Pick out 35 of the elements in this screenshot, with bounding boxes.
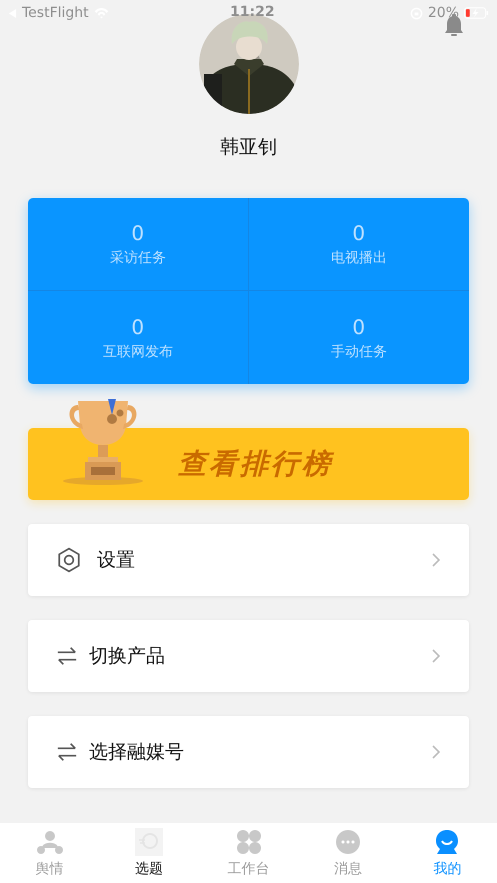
tab-item[interactable]: 选题 bbox=[99, 823, 199, 883]
stat-value: 0 bbox=[131, 314, 144, 338]
clock-time: 11:22 bbox=[230, 4, 275, 20]
ranking-banner[interactable]: 查看排行榜 bbox=[28, 428, 469, 500]
people-icon bbox=[36, 828, 64, 856]
menu-item[interactable]: 切换产品 bbox=[28, 620, 469, 692]
stat-value: 0 bbox=[352, 314, 366, 338]
settings-icon bbox=[56, 546, 82, 574]
topic-icon bbox=[135, 828, 164, 856]
stat-label: 互联网发布 bbox=[102, 342, 173, 360]
stat-label: 采访任务 bbox=[110, 249, 166, 267]
swap-icon bbox=[56, 741, 78, 763]
tab-item[interactable]: 工作台 bbox=[198, 823, 298, 883]
battery-icon bbox=[464, 7, 489, 19]
swap-icon bbox=[56, 645, 78, 667]
stat-value: 0 bbox=[131, 221, 144, 245]
message-icon bbox=[334, 828, 362, 856]
back-app-label[interactable]: TestFlight bbox=[22, 5, 89, 21]
tab-item[interactable]: 消息 bbox=[298, 823, 398, 883]
tab-item[interactable]: 舆情 bbox=[0, 823, 100, 883]
menu-item[interactable]: 设置 bbox=[28, 524, 469, 596]
stat-label: 电视播出 bbox=[330, 249, 387, 267]
grid-icon bbox=[234, 828, 263, 856]
menu-item[interactable]: 选择融媒号 bbox=[28, 716, 469, 788]
chevron-right-icon bbox=[431, 649, 441, 663]
user-name: 韩亚钊 bbox=[220, 135, 277, 160]
menu-label: 设置 bbox=[97, 548, 136, 573]
stat-label: 手动任务 bbox=[330, 342, 387, 360]
battery-percent: 20% bbox=[428, 5, 459, 21]
chevron-right-icon bbox=[431, 745, 441, 759]
stat-value: 0 bbox=[352, 221, 366, 245]
menu-label: 选择融媒号 bbox=[89, 740, 185, 765]
chevron-right-icon bbox=[431, 553, 441, 567]
tab-item[interactable]: 我的 bbox=[398, 823, 497, 883]
menu-label: 切换产品 bbox=[89, 644, 166, 669]
